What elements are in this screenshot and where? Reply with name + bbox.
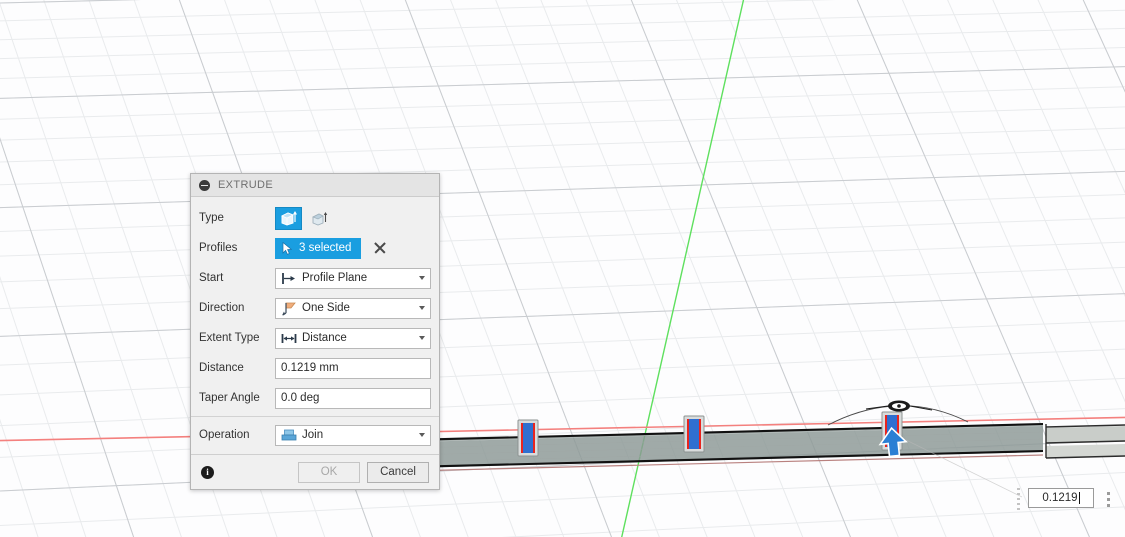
label-profiles: Profiles: [199, 242, 238, 254]
chevron-down-icon[interactable]: [414, 336, 430, 340]
manipulator-value-input[interactable]: 0.1219: [1028, 488, 1094, 508]
section-divider: [191, 416, 439, 417]
body-right-step: [1045, 424, 1125, 459]
viewport-canvas: [0, 0, 1125, 537]
dialog-body: Type Profiles 3 selected Start Profile P…: [191, 197, 439, 454]
cad-application-window: EXTRUDE Type Profiles 3 selected Start P…: [0, 0, 1125, 537]
label-start: Start: [199, 272, 224, 284]
direction-dropdown[interactable]: One Side: [275, 297, 431, 319]
cursor-arrow-icon: [282, 241, 293, 255]
drag-grip-icon[interactable]: [1014, 487, 1022, 511]
profiles-select-button[interactable]: 3 selected: [275, 237, 362, 259]
chevron-down-icon[interactable]: [414, 276, 430, 280]
join-operation-icon: [280, 427, 298, 444]
chevron-down-icon[interactable]: [414, 306, 430, 310]
row-operation: Operation Join: [191, 420, 439, 450]
dialog-title: EXTRUDE: [218, 179, 274, 191]
row-start: Start Profile Plane: [191, 263, 439, 293]
selected-profile-1: [517, 419, 539, 457]
dialog-header[interactable]: EXTRUDE: [191, 174, 439, 197]
row-direction: Direction One Side: [191, 293, 439, 323]
profiles-count-label: 3 selected: [299, 242, 352, 254]
row-distance: Distance 0.1219 mm: [191, 353, 439, 383]
chevron-down-icon[interactable]: [414, 433, 430, 437]
label-extent-type: Extent Type: [199, 332, 260, 344]
3d-viewport[interactable]: [0, 0, 1125, 537]
one-side-arrow-icon: [280, 300, 298, 317]
row-extent-type: Extent Type Distance: [191, 323, 439, 353]
start-value: Profile Plane: [302, 272, 368, 284]
dialog-footer: i OK Cancel: [191, 454, 439, 489]
label-operation: Operation: [199, 429, 250, 441]
row-type: Type: [191, 203, 439, 233]
label-direction: Direction: [199, 302, 245, 314]
minus-circle-icon[interactable]: [199, 179, 210, 191]
cancel-button[interactable]: Cancel: [367, 461, 429, 483]
extrude-dialog[interactable]: EXTRUDE Type Profiles 3 selected Start P…: [190, 173, 440, 490]
label-type: Type: [199, 212, 224, 224]
extent-type-dropdown[interactable]: Distance: [275, 327, 431, 349]
label-taper-angle: Taper Angle: [199, 392, 260, 404]
info-icon[interactable]: i: [201, 465, 214, 479]
distance-measure-icon: [280, 330, 298, 347]
extrude-profile-icon[interactable]: [275, 206, 302, 230]
start-dropdown[interactable]: Profile Plane: [275, 267, 431, 289]
distance-input[interactable]: 0.1219 mm: [275, 357, 431, 379]
extrude-tapered-icon[interactable]: [306, 207, 333, 230]
close-x-icon[interactable]: [371, 239, 389, 257]
selected-profile-2: [683, 415, 705, 453]
taper-angle-input[interactable]: 0.0 deg: [275, 387, 431, 409]
profile-plane-icon: [280, 270, 298, 287]
operation-value: Join: [302, 429, 324, 441]
operation-dropdown[interactable]: Join: [275, 424, 431, 446]
manipulator-value-text: 0.1219: [1042, 492, 1078, 504]
extent-type-value: Distance: [302, 332, 347, 344]
label-distance: Distance: [199, 362, 244, 374]
direction-value: One Side: [302, 302, 350, 314]
three-dot-menu-icon[interactable]: [1102, 487, 1114, 511]
row-taper-angle: Taper Angle 0.0 deg: [191, 383, 439, 413]
ok-button[interactable]: OK: [298, 461, 360, 483]
text-cursor: [1078, 492, 1080, 504]
row-profiles: Profiles 3 selected: [191, 233, 439, 263]
